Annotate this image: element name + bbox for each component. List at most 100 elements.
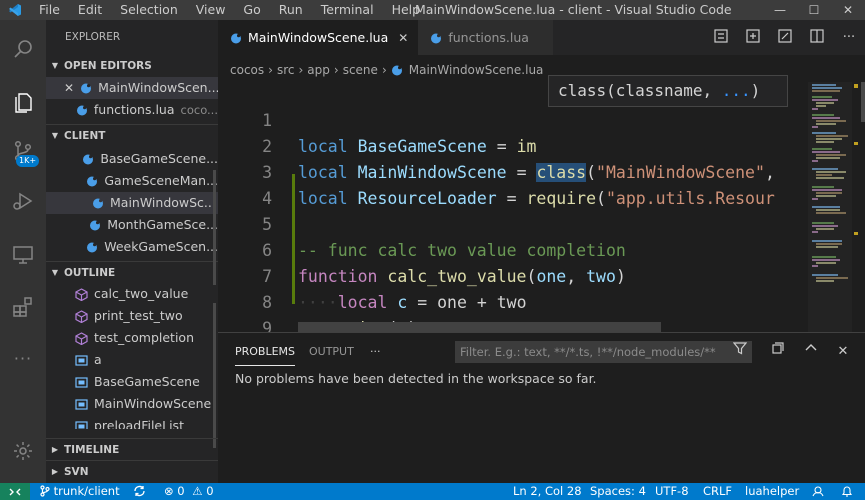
breadcrumb-item[interactable]: cocos (230, 63, 264, 77)
outline-item[interactable]: calc_two_value (46, 283, 218, 305)
activity-extensions[interactable] (0, 288, 46, 328)
code-line: 3 local ResourceLoader = require("app.ut… (218, 134, 808, 208)
cursor-position[interactable]: Ln 2, Col 28 (513, 483, 582, 500)
lua-file-icon (87, 176, 98, 187)
menu-view[interactable]: View (187, 0, 235, 20)
indentation-status[interactable]: Spaces: 4 (590, 483, 646, 500)
tab-problems[interactable]: PROBLEMS (235, 333, 296, 366)
activity-manage[interactable] (0, 432, 46, 472)
menu-file[interactable]: File (30, 0, 69, 20)
outline-item[interactable]: preloadFileList (46, 415, 218, 429)
menu-edit[interactable]: Edit (69, 0, 111, 20)
outline-item[interactable]: BaseGameScene (46, 371, 218, 393)
file-item[interactable]: BaseGameScene... (46, 148, 218, 170)
lua-file-icon (76, 105, 87, 116)
open-editor-item[interactable]: functions.lua coco... (46, 99, 218, 121)
outline-label: calc_two_value (94, 286, 189, 301)
code-line: 2 local MainWindowScene = class("MainWin… (218, 108, 808, 182)
outline-scrollbar[interactable] (213, 303, 216, 448)
section-label: OUTLINE (64, 266, 116, 279)
close-window-button[interactable]: ✕ (831, 0, 865, 20)
outline-item[interactable]: print_test_two (46, 305, 218, 327)
lua-file-icon (90, 220, 101, 231)
activity-search[interactable] (0, 30, 46, 70)
tab-output[interactable]: OUTPUT (309, 333, 354, 369)
close-icon[interactable]: ✕ (64, 77, 74, 99)
menu-run[interactable]: Run (270, 0, 312, 20)
activity-source-control[interactable]: 1K+ (0, 132, 46, 172)
explorer-sidebar: EXPLORER ▼ OPEN EDITORS ✕ MainWindowScen… (46, 20, 218, 483)
eol-status[interactable]: CRLF (703, 483, 732, 500)
warning-count: 0 (206, 484, 214, 498)
outline-header[interactable]: ▼ OUTLINE (46, 261, 218, 283)
activity-run-debug[interactable] (0, 182, 46, 222)
diff-icon[interactable] (737, 28, 769, 48)
outline-item[interactable]: MainWindowScene (46, 393, 218, 415)
editor-actions: ··· (705, 20, 865, 55)
method-icon (74, 287, 88, 301)
close-icon[interactable]: ✕ (398, 31, 408, 45)
breadcrumb-item[interactable]: scene (343, 63, 378, 77)
collapse-all-icon[interactable] (767, 341, 789, 363)
open-preview-icon[interactable] (769, 28, 801, 48)
maximize-button[interactable]: ☐ (797, 0, 831, 20)
maximize-panel-icon[interactable] (800, 341, 822, 363)
menu-selection[interactable]: Selection (111, 0, 187, 20)
sync-icon[interactable] (133, 483, 146, 500)
split-editor-icon[interactable] (801, 28, 833, 48)
file-item[interactable]: MainWindowSc... (46, 192, 218, 214)
outline-label: a (94, 352, 102, 367)
section-label: TIMELINE (64, 443, 120, 456)
compare-icon[interactable] (705, 28, 737, 48)
status-bar: trunk/client ⊗ 0 ⚠ 0 Ln 2, Col 28 Spaces… (0, 483, 865, 500)
problems-status[interactable]: ⊗ 0 ⚠ 0 (164, 483, 214, 500)
code-editor[interactable]: 1 local BaseGameScene = im 2 local MainW… (218, 82, 865, 332)
timeline-header[interactable]: ▶ TIMELINE (46, 438, 218, 460)
code-line: 7 ····local c = one + two (218, 238, 808, 312)
menu-go[interactable]: Go (234, 0, 269, 20)
open-editor-item[interactable]: ✕ MainWindowScen... (46, 77, 218, 99)
close-panel-icon[interactable]: ✕ (832, 341, 854, 363)
client-folder-header[interactable]: ▼ CLIENT (46, 124, 218, 146)
more-actions-icon[interactable]: ··· (833, 30, 865, 45)
breadcrumb-item[interactable]: src (277, 63, 295, 77)
client-scrollbar[interactable] (213, 170, 216, 285)
open-editors-header[interactable]: ▼ OPEN EDITORS (46, 55, 218, 77)
encoding-status[interactable]: UTF-8 (655, 483, 689, 500)
feedback-icon[interactable] (811, 483, 825, 500)
activity-bar: 1K+ ··· (0, 20, 46, 483)
outline-item[interactable]: a (46, 349, 218, 371)
breadcrumb-item[interactable]: app (307, 63, 330, 77)
language-mode[interactable]: luahelper (745, 483, 799, 500)
remote-indicator[interactable] (0, 483, 30, 500)
activity-more[interactable]: ··· (0, 338, 46, 378)
filter-icon[interactable] (729, 341, 751, 363)
file-name: MonthGameSce... (107, 217, 218, 232)
minimap[interactable] (808, 82, 865, 332)
sidebar-title: EXPLORER (65, 31, 121, 43)
minimize-button[interactable]: — (763, 0, 797, 20)
activity-remote-explorer[interactable] (0, 236, 46, 276)
scm-count-badge: 1K+ (16, 155, 40, 167)
lua-file-icon (391, 65, 402, 76)
file-item[interactable]: MonthGameSce... (46, 214, 218, 236)
file-item[interactable]: WeekGameScen... (46, 236, 218, 258)
menu-terminal[interactable]: Terminal (312, 0, 383, 20)
branch-status[interactable]: trunk/client (40, 483, 120, 500)
outline-item[interactable]: test_completion (46, 327, 218, 349)
svn-header[interactable]: ▶ SVN (46, 460, 218, 482)
editor-horizontal-scrollbar[interactable] (298, 322, 661, 332)
problems-filter-input[interactable]: Filter. E.g.: text, **/*.ts, !**/node_mo… (455, 341, 752, 363)
menu-bar: File Edit Selection View Go Run Terminal… (30, 0, 429, 20)
chevron-right-icon: ▶ (51, 444, 59, 454)
error-icon: ⊗ (164, 484, 174, 498)
panel-more-icon[interactable]: ··· (370, 333, 381, 369)
tab-functions[interactable]: functions.lua (418, 20, 553, 55)
activity-explorer[interactable] (0, 84, 46, 124)
notifications-icon[interactable] (841, 483, 853, 500)
section-label: CLIENT (64, 129, 106, 142)
breadcrumb-item[interactable]: MainWindowScene.lua (409, 63, 544, 77)
tab-mainwindowscene[interactable]: MainWindowScene.lua ✕ (218, 20, 419, 55)
outline-label: print_test_two (94, 308, 183, 323)
file-item[interactable]: GameSceneMan... (46, 170, 218, 192)
